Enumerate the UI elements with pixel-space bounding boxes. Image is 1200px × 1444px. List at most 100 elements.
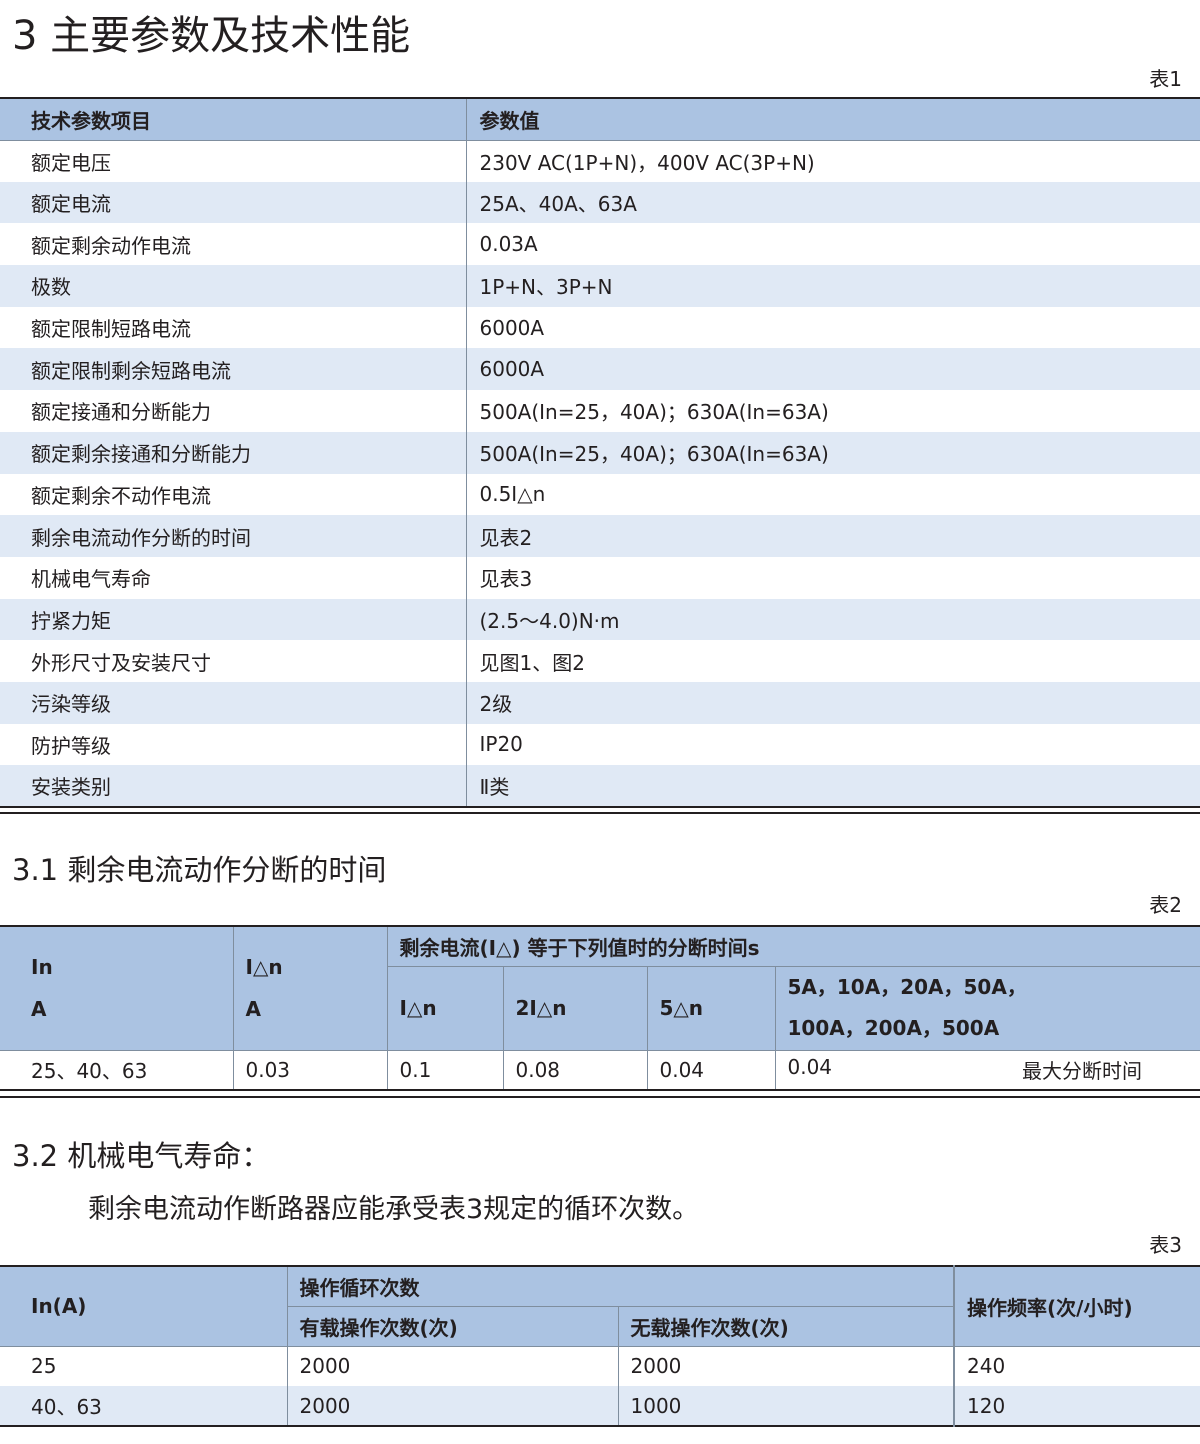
subheader-idn: I△n [386, 966, 503, 1050]
param-name: 安装类别 [0, 765, 466, 807]
cell-time-idn: 0.1 [386, 1049, 503, 1090]
subheader-noload-operations: 无载操作次数(次) [617, 1306, 954, 1346]
header-frequency: 操作频率(次/小时) [953, 1266, 1200, 1346]
param-value: 1P+N、3P+N [465, 265, 1200, 307]
table-row: 极数 1P+N、3P+N [0, 265, 1200, 307]
param-name: 拧紧力矩 [0, 598, 466, 641]
cell-frequency: 120 [953, 1386, 1200, 1426]
param-name: 剩余电流动作分断的时间 [0, 515, 466, 557]
param-value: IP20 [465, 723, 1200, 766]
table-row: 额定电流 25A、40A、63A [0, 181, 1200, 224]
table-row: 额定剩余不动作电流 0.5I△n [0, 473, 1200, 516]
table-row: 安装类别 Ⅱ类 [0, 765, 1200, 807]
section-divider [0, 812, 1200, 814]
subheader-2idn: 2I△n [502, 966, 647, 1050]
header-param-value: 参数值 [465, 98, 1200, 141]
header-param-item: 技术参数项目 [0, 98, 466, 141]
table-row: 拧紧力矩 (2.5～4.0)N·m [0, 598, 1200, 641]
cell-time-fixed: 0.04 最大分断时间 [774, 1049, 1200, 1090]
header-idn-line1: I△n [245, 955, 283, 980]
section-3-title: 3 主要参数及技术性能 [12, 13, 411, 59]
subheader-fixed-currents: 5A，10A，20A，50A， 100A，200A，500A [774, 966, 1200, 1050]
table-3-label: 表3 [1149, 1233, 1182, 1257]
param-value: 见图1、图2 [465, 640, 1200, 682]
table-row: 额定接通和分断能力 500A(In=25，40A)；630A(In=63A) [0, 390, 1200, 432]
header-in-a: In(A) [0, 1266, 287, 1346]
param-name: 外形尺寸及安装尺寸 [31, 650, 211, 675]
cell-frequency: 240 [953, 1345, 1200, 1386]
subheader-fixed-currents-line1: 5A，10A，20A，50A， [787, 975, 1027, 999]
breaking-time-table: In A I△n A 剩余电流(I△) 等于下列值时的分断时间s I△n 2I△… [0, 925, 1200, 1091]
param-name: 额定接通和分断能力 [31, 400, 211, 425]
table-1-label: 表1 [1149, 67, 1182, 91]
life-paragraph: 剩余电流动作断路器应能承受表3规定的循环次数。 [88, 1194, 700, 1225]
param-value: 2级 [465, 681, 1200, 724]
section-3-1-title: 3.1 剩余电流动作分断的时间 [12, 853, 387, 887]
param-name: 额定剩余动作电流 [31, 233, 191, 258]
table-row: 额定限制短路电流 6000A [0, 306, 1200, 349]
param-value: Ⅱ类 [465, 765, 1200, 807]
cell-in: 40、63 [0, 1386, 287, 1426]
table-row: 额定限制剩余短路电流 6000A [0, 348, 1200, 391]
table-row: 污染等级 2级 [0, 681, 1200, 724]
param-value: 6000A [465, 306, 1200, 349]
cell-load-ops: 2000 [286, 1345, 618, 1386]
subheader-5dn: 5△n [646, 966, 775, 1050]
param-name: 污染等级 [0, 681, 466, 724]
param-name: 额定剩余接通和分断能力 [0, 431, 466, 474]
table-row: 40、63 2000 1000 120 [0, 1386, 1200, 1426]
param-value: 0.5I△n [465, 473, 1200, 516]
header-in-line1: In [31, 955, 53, 980]
param-name: 机械电气寿命 [31, 567, 151, 592]
table-header-row: In A I△n A 剩余电流(I△) 等于下列值时的分断时间s [0, 926, 1200, 1051]
table-row: 25 2000 2000 240 [0, 1345, 1200, 1386]
table-2-label: 表2 [1149, 893, 1182, 917]
max-breaking-time-note: 最大分断时间 [1022, 1059, 1143, 1084]
operating-life-table: In(A) 操作循环次数 操作频率(次/小时) 有载操作次数(次) 无载操作次数… [0, 1265, 1200, 1427]
param-name: 额定电流 [0, 181, 466, 224]
table-header-row: In(A) 操作循环次数 操作频率(次/小时) [0, 1266, 1200, 1346]
param-name: 额定剩余不动作电流 [31, 483, 211, 508]
param-name: 额定限制剩余短路电流 [0, 348, 466, 391]
cell-load-ops: 2000 [286, 1386, 618, 1426]
table-row: 额定剩余接通和分断能力 500A(In=25，40A)；630A(In=63A) [0, 431, 1200, 474]
param-value: 230V AC(1P+N)，400V AC(3P+N) [465, 140, 1200, 182]
param-value: 500A(In=25，40A)；630A(In=63A) [465, 431, 1200, 474]
header-group-cycles: 操作循环次数 [286, 1266, 954, 1307]
header-group-breaking-time: 剩余电流(I△) 等于下列值时的分断时间s [386, 926, 1200, 967]
cell-noload-ops: 2000 [617, 1345, 954, 1386]
param-name: 额定电压 [31, 150, 111, 175]
section-3-2-title: 3.2 机械电气寿命： [12, 1139, 271, 1173]
cell-time-2idn: 0.08 [502, 1049, 647, 1090]
table-row: 剩余电流动作分断的时间 见表2 [0, 515, 1200, 557]
param-value: 25A、40A、63A [465, 181, 1200, 224]
param-value: 0.03A [465, 223, 1200, 266]
param-name: 额定限制短路电流 [31, 317, 191, 342]
table-row: 额定剩余动作电流 0.03A [0, 223, 1200, 266]
cell-time-5dn: 0.04 [646, 1049, 775, 1090]
table-row: 机械电气寿命 见表3 [0, 556, 1200, 599]
table-row: 外形尺寸及安装尺寸 见图1、图2 [0, 640, 1200, 682]
table-row: 额定电压 230V AC(1P+N)，400V AC(3P+N) [0, 140, 1200, 182]
cell-noload-ops: 1000 [617, 1386, 954, 1426]
header-idn: I△n A [232, 926, 387, 1051]
param-value: 见表3 [465, 556, 1200, 599]
cell-time-fixed-value: 0.04 [787, 1055, 833, 1080]
table-row: 防护等级 IP20 [0, 723, 1200, 766]
table-header-row: 技术参数项目 参数值 [0, 98, 1200, 141]
cell-idn: 0.03 [232, 1049, 387, 1090]
header-idn-unit: A [245, 997, 261, 1022]
param-value: 6000A [465, 348, 1200, 391]
subheader-load-operations: 有载操作次数(次) [286, 1306, 618, 1346]
param-value: 500A(In=25，40A)；630A(In=63A) [465, 390, 1200, 432]
table-row: 25、40、63 0.03 0.1 0.08 0.04 0.04 最大分断时间 [0, 1049, 1200, 1090]
param-name: 防护等级 [31, 733, 111, 758]
param-value: 见表2 [465, 515, 1200, 557]
cell-in: 25、40、63 [0, 1049, 233, 1090]
header-in-unit: A [31, 997, 47, 1022]
parameters-table: 技术参数项目 参数值 额定电压 230V AC(1P+N)，400V AC(3P+… [0, 97, 1200, 808]
subheader-fixed-currents-line2: 100A，200A，500A [787, 1016, 1000, 1040]
cell-in: 25 [0, 1345, 287, 1386]
section-divider [0, 1096, 1200, 1098]
param-name: 极数 [0, 265, 466, 307]
